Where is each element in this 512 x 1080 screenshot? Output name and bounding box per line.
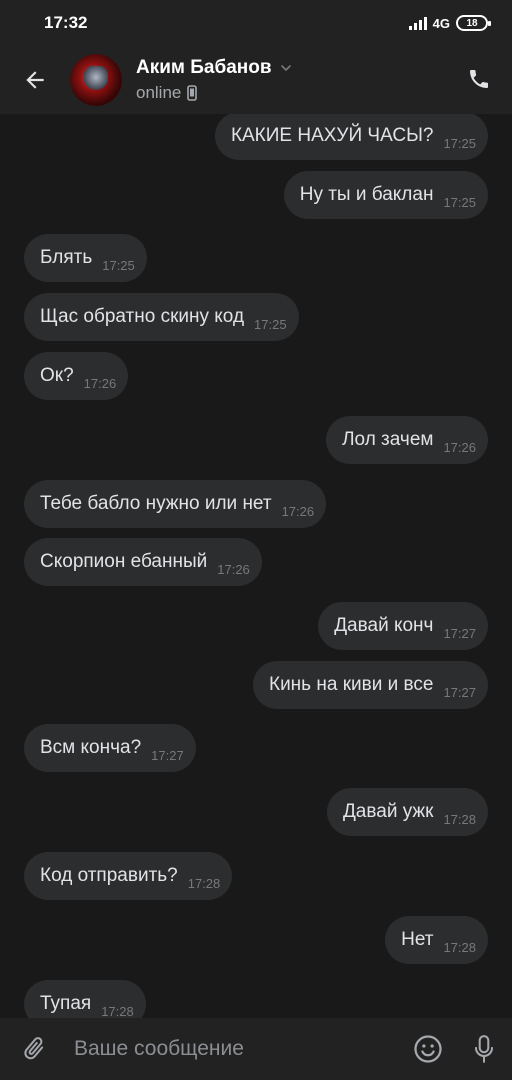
- phone-icon: [470, 70, 488, 88]
- message-bubble-incoming[interactable]: Ок? 17:26: [24, 352, 129, 400]
- message-time: 17:27: [443, 684, 476, 700]
- message-time: 17:26: [281, 503, 315, 519]
- message-text: Щас обратно скину код: [40, 306, 245, 327]
- message-text: Код отправить?: [40, 865, 178, 886]
- message-bubble-incoming[interactable]: Щас обратно скину код 17:25: [24, 293, 299, 341]
- message-time: 17:27: [151, 747, 184, 763]
- message-bubble-outgoing[interactable]: Давай конч 17:27: [318, 602, 488, 650]
- message-bubble-outgoing[interactable]: Ну ты и баклан 17:25: [283, 171, 488, 219]
- chat-header: Аким Бабанов online: [0, 46, 512, 114]
- message-text: Ну ты и баклан: [299, 184, 434, 205]
- message-time: 17:25: [254, 316, 287, 332]
- message-bubble-outgoing[interactable]: Кинь на киви и все 17:27: [253, 661, 488, 709]
- contact-info[interactable]: Аким Бабанов online: [136, 57, 294, 103]
- contact-status: online: [136, 83, 182, 102]
- back-button[interactable]: [0, 46, 70, 114]
- message-bubble-incoming[interactable]: Тебе бабло нужно или нет 17:26: [24, 480, 327, 528]
- status-icons: 4G 18: [408, 15, 491, 31]
- message-list[interactable]: КАКИЕ НАХУЙ ЧАСЫ? 17:25 Ну ты и баклан 1…: [0, 114, 512, 1018]
- message-time: 17:28: [443, 811, 476, 827]
- message-text: Кинь на киви и все: [269, 674, 434, 695]
- message-bubble-outgoing[interactable]: Нет 17:28: [385, 916, 488, 964]
- message-bubble-outgoing[interactable]: Лол зачем 17:26: [326, 416, 488, 464]
- message-text: Тупая: [40, 993, 92, 1014]
- network-type: 4G: [432, 15, 450, 31]
- contact-name: Аким Бабанов: [136, 57, 272, 78]
- call-button[interactable]: [464, 64, 494, 94]
- smiley-icon: [414, 1035, 442, 1063]
- message-text: Всм конча?: [40, 737, 142, 758]
- avatar[interactable]: [70, 54, 122, 106]
- message-bubble-incoming[interactable]: Код отправить? 17:28: [24, 852, 233, 900]
- mobile-device-icon: [187, 85, 198, 101]
- message-text: Тебе бабло нужно или нет: [40, 493, 272, 514]
- message-time: 17:25: [102, 257, 135, 273]
- message-bubble-incoming[interactable]: Блять 17:25: [24, 234, 147, 282]
- message-time: 17:25: [443, 194, 476, 210]
- message-input[interactable]: [68, 1027, 400, 1071]
- paperclip-icon: [24, 1037, 44, 1060]
- message-text: Скорпион ебанный: [40, 551, 208, 572]
- message-time: 17:26: [217, 561, 250, 577]
- emoji-button[interactable]: [400, 1018, 456, 1080]
- message-bubble-incoming[interactable]: Всм конча? 17:27: [24, 724, 196, 772]
- message-text: Блять: [40, 247, 93, 268]
- message-bubble-outgoing[interactable]: Давай ужк 17:28: [326, 788, 488, 836]
- message-text: Нет: [401, 929, 434, 950]
- message-text: Лол зачем: [342, 429, 434, 450]
- message-text: Давай конч: [334, 615, 434, 636]
- status-time: 17:32: [44, 13, 88, 32]
- message-time: 17:28: [443, 939, 476, 955]
- voice-message-button[interactable]: [456, 1018, 512, 1080]
- message-text: Ок?: [40, 365, 74, 386]
- message-time: 17:25: [443, 135, 476, 151]
- arrow-left-icon: [26, 71, 44, 89]
- signal-icon: [408, 16, 427, 30]
- message-time: 17:28: [101, 1003, 134, 1019]
- message-bubble-outgoing[interactable]: КАКИЕ НАХУЙ ЧАСЫ? 17:25: [214, 114, 488, 160]
- message-time: 17:26: [443, 439, 476, 455]
- battery-level: 18: [466, 17, 478, 29]
- message-time: 17:27: [443, 625, 476, 641]
- message-time: 17:28: [187, 875, 221, 891]
- message-composer: [0, 1018, 512, 1080]
- microphone-icon: [474, 1035, 494, 1063]
- status-bar: 17:32 4G 18: [0, 0, 512, 46]
- message-text: КАКИЕ НАХУЙ ЧАСЫ?: [230, 125, 434, 146]
- message-text: Давай ужк: [342, 801, 434, 822]
- attach-button[interactable]: [0, 1018, 68, 1080]
- message-time: 17:26: [83, 375, 117, 391]
- battery-icon: 18: [456, 15, 491, 31]
- message-bubble-incoming[interactable]: Скорпион ебанный 17:26: [24, 538, 262, 586]
- chevron-down-icon: [280, 65, 291, 72]
- chat-screen: 17:32 4G 18 Аким Бабанов online КАКИЕ НА…: [0, 0, 512, 1080]
- message-bubble-incoming[interactable]: Тупая 17:28: [24, 980, 146, 1018]
